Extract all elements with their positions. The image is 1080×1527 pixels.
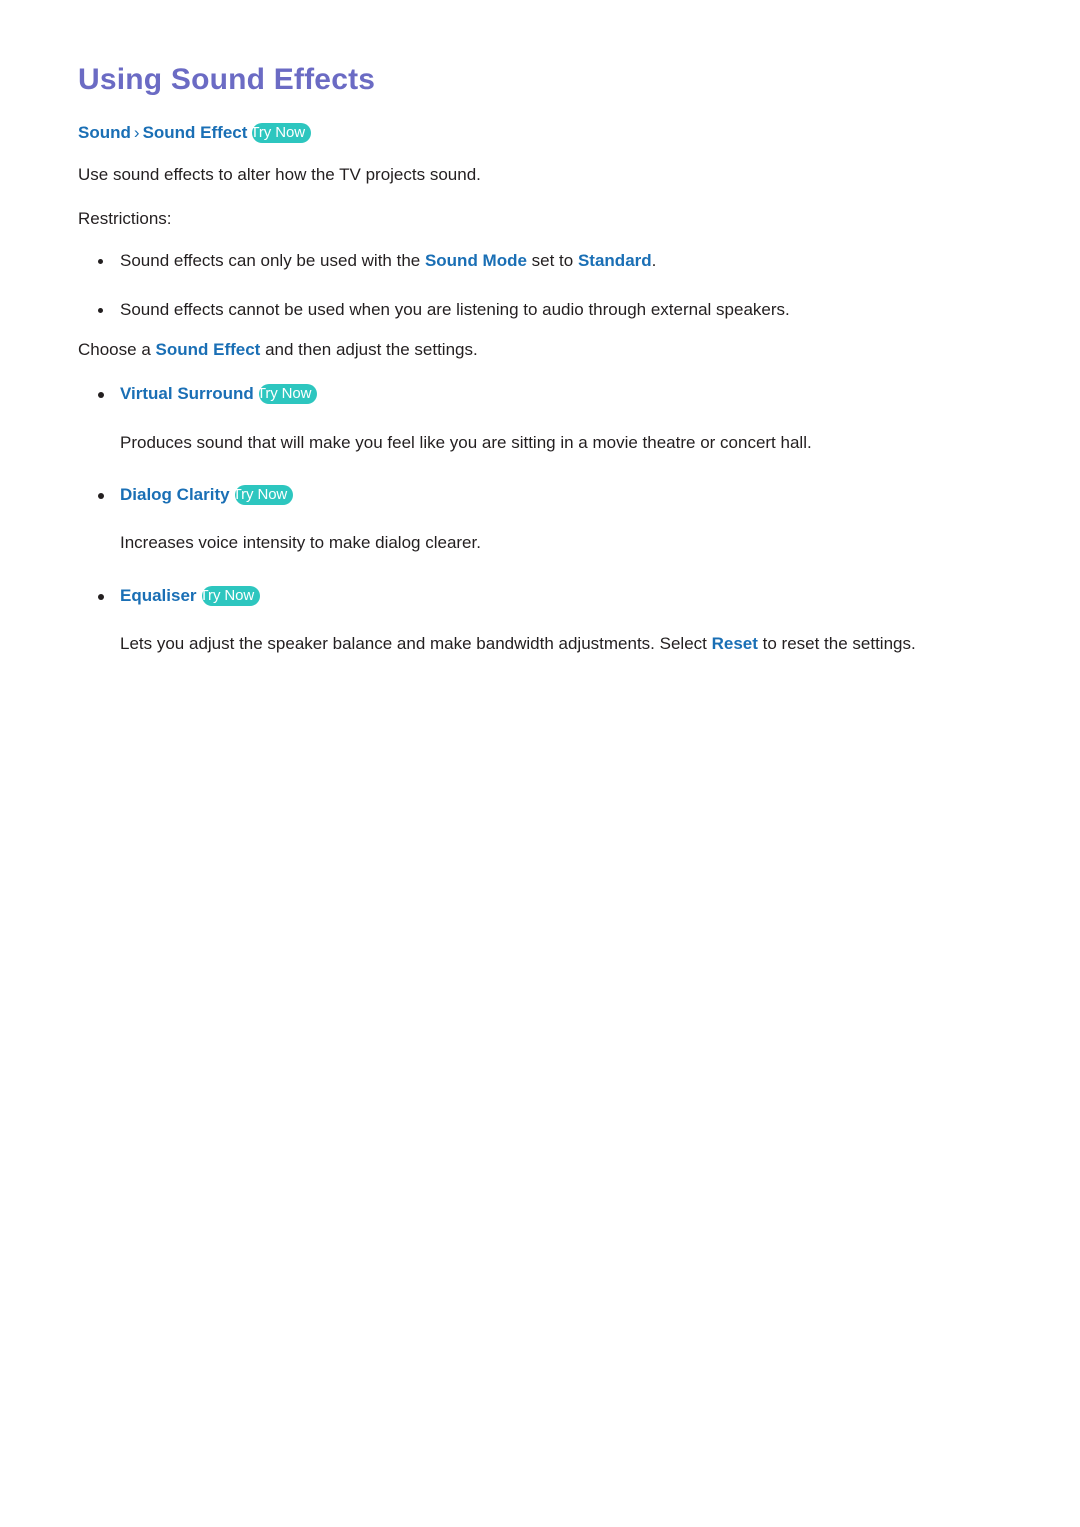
document-page: Using Sound Effects Sound › Sound Effect Tr… bbox=[0, 0, 1080, 1527]
option-heading: Equaliser Try Now bbox=[78, 583, 1008, 609]
restriction-1-middle: set to bbox=[526, 251, 578, 271]
restriction-1-term-standard[interactable]: Standard bbox=[578, 251, 652, 270]
choose-paragraph: Choose a Sound Effect and then adjust th… bbox=[78, 337, 1008, 363]
try-now-badge[interactable]: Try Now bbox=[233, 484, 294, 505]
equaliser-desc-suffix: to reset the settings. bbox=[757, 634, 916, 654]
option-description: Produces sound that will make you feel l… bbox=[120, 432, 812, 452]
restriction-1-term-sound-mode[interactable]: Sound Mode bbox=[425, 251, 527, 270]
list-item: Sound effects can only be used with the … bbox=[78, 248, 1008, 274]
option-heading: Virtual Surround Try Now bbox=[78, 381, 1008, 407]
intro-paragraph: Use sound effects to alter how the TV pr… bbox=[78, 164, 481, 184]
try-now-badge[interactable]: Try Now bbox=[250, 123, 311, 143]
restriction-1-prefix: Sound effects can only be used with the bbox=[120, 251, 425, 271]
try-now-badge[interactable]: Try Now bbox=[200, 585, 261, 606]
equaliser-desc-term-reset[interactable]: Reset bbox=[712, 634, 758, 653]
page-title: Using Sound Effects bbox=[78, 63, 376, 96]
restriction-1-suffix: . bbox=[651, 251, 657, 271]
option-equaliser: Equaliser Try Now Lets you adjust the spe… bbox=[78, 583, 1008, 658]
option-dialog-clarity: Dialog Clarity Try Now Increases voice in… bbox=[78, 482, 1008, 557]
breadcrumb-leaf[interactable]: Sound Effect bbox=[143, 123, 248, 142]
option-description: Lets you adjust the speaker balance and … bbox=[78, 630, 1008, 657]
restrictions-heading: Restrictions: bbox=[78, 208, 172, 228]
restriction-2-text: Sound effects cannot be used when you ar… bbox=[120, 299, 790, 319]
choose-term-sound-effect[interactable]: Sound Effect bbox=[156, 340, 261, 359]
breadcrumb: Sound › Sound Effect Try Now bbox=[78, 120, 1008, 146]
try-now-badge[interactable]: Try Now bbox=[257, 384, 318, 405]
content-column: Using Sound Effects Sound › Sound Effect Tr… bbox=[78, 62, 1008, 661]
option-virtual-surround: Virtual Surround Try Now Produces sound t… bbox=[78, 381, 1008, 456]
option-label-virtual-surround[interactable]: Virtual Surround bbox=[120, 384, 254, 403]
option-label-equaliser[interactable]: Equaliser bbox=[120, 586, 197, 605]
option-label-dialog-clarity[interactable]: Dialog Clarity bbox=[120, 485, 230, 504]
option-description: Increases voice intensity to make dialog… bbox=[120, 533, 481, 553]
choose-prefix: Choose a bbox=[78, 339, 156, 359]
equaliser-desc-prefix: Lets you adjust the speaker balance and … bbox=[120, 634, 712, 654]
option-heading: Dialog Clarity Try Now bbox=[78, 482, 1008, 508]
breadcrumb-root[interactable]: Sound bbox=[78, 123, 131, 142]
breadcrumb-separator-icon: › bbox=[133, 123, 140, 142]
restrictions-list: Sound effects can only be used with the … bbox=[78, 248, 1008, 323]
list-item: Sound effects cannot be used when you ar… bbox=[78, 297, 1008, 323]
choose-suffix: and then adjust the settings. bbox=[260, 339, 478, 359]
